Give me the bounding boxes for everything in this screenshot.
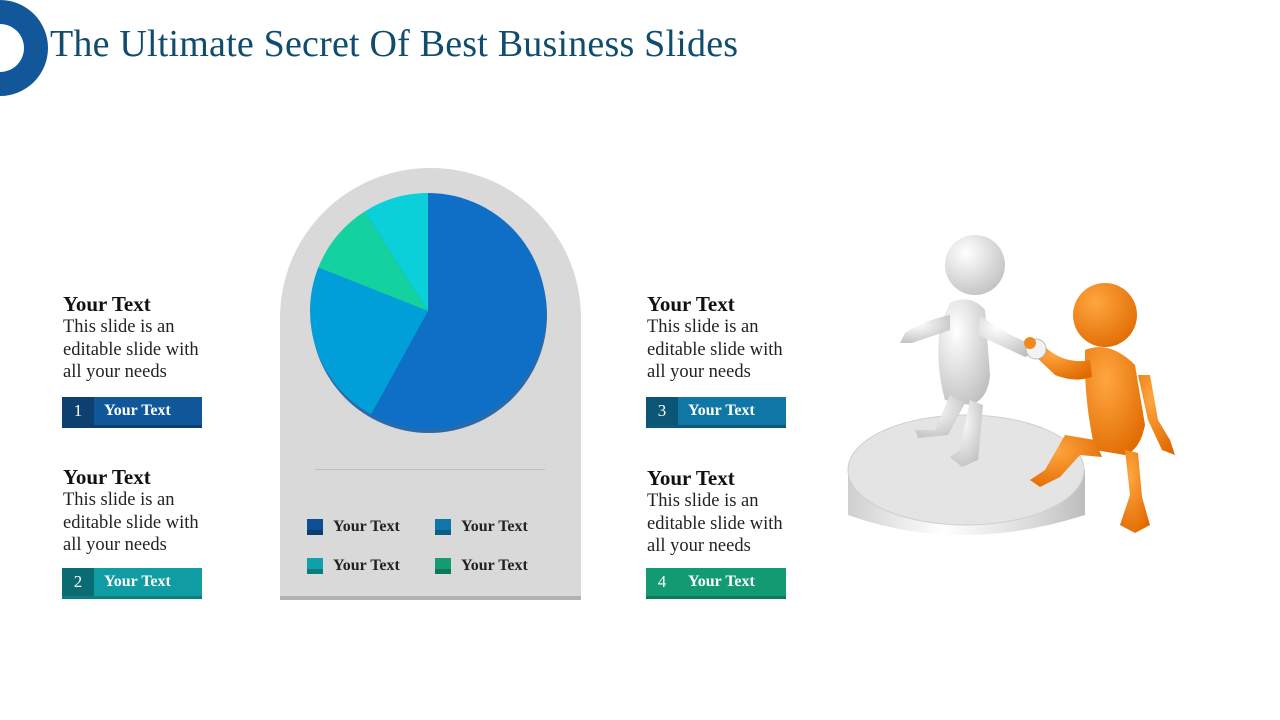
legend-item: Your Text — [435, 557, 528, 575]
tag-label: Your Text — [94, 568, 202, 596]
info-body-line: This slide is an — [63, 490, 175, 510]
tag-label: Your Text — [678, 397, 786, 425]
info-body-line: all your needs — [647, 536, 751, 556]
tag-2[interactable]: 2 Your Text — [62, 568, 202, 599]
legend-label: Your Text — [333, 557, 400, 574]
tag-number: 1 — [62, 397, 94, 425]
info-body-line: editable slide with — [63, 339, 199, 360]
legend-swatch — [435, 558, 451, 574]
info-body-line: all your needs — [63, 362, 167, 382]
info-body-line: all your needs — [63, 535, 167, 555]
tag-label: Your Text — [94, 397, 202, 425]
info-body-line: This slide is an — [647, 317, 759, 337]
info-block-3: Your Text This slide is an editable slid… — [647, 292, 817, 384]
info-body-line: editable slide with — [647, 339, 783, 360]
info-block-2: Your Text This slide is an editable slid… — [63, 465, 233, 557]
legend-item: Your Text — [307, 557, 400, 575]
info-body-line: editable slide with — [63, 512, 199, 533]
tag-1[interactable]: 1 Your Text — [62, 397, 202, 428]
tag-4[interactable]: 4 Your Text — [646, 568, 786, 599]
info-heading: Your Text — [63, 465, 151, 489]
title-accent-arc — [0, 0, 48, 96]
legend-label: Your Text — [461, 518, 528, 535]
legend-label: Your Text — [461, 557, 528, 574]
info-heading: Your Text — [63, 292, 151, 316]
legend-swatch — [307, 558, 323, 574]
legend-label: Your Text — [333, 518, 400, 535]
pie-chart — [310, 193, 547, 433]
legend-item: Your Text — [435, 518, 528, 536]
page-title: The Ultimate Secret Of Best Business Sli… — [50, 23, 739, 65]
info-block-1: Your Text This slide is an editable slid… — [63, 292, 233, 384]
info-body-line: This slide is an — [647, 491, 759, 511]
teamwork-help-icon — [847, 235, 1175, 535]
info-body-line: This slide is an — [63, 317, 175, 337]
info-body-line: all your needs — [647, 362, 751, 382]
tag-3[interactable]: 3 Your Text — [646, 397, 786, 428]
info-heading: Your Text — [647, 466, 735, 490]
legend-swatch — [307, 519, 323, 535]
info-body-line: editable slide with — [647, 513, 783, 534]
tag-number: 2 — [62, 568, 94, 596]
tag-number: 4 — [646, 568, 678, 596]
legend-swatch — [435, 519, 451, 535]
tag-label: Your Text — [678, 568, 786, 596]
info-block-4: Your Text This slide is an editable slid… — [647, 466, 817, 558]
legend-item: Your Text — [307, 518, 400, 536]
tag-number: 3 — [646, 397, 678, 425]
info-heading: Your Text — [647, 292, 735, 316]
panel-divider — [315, 469, 545, 470]
